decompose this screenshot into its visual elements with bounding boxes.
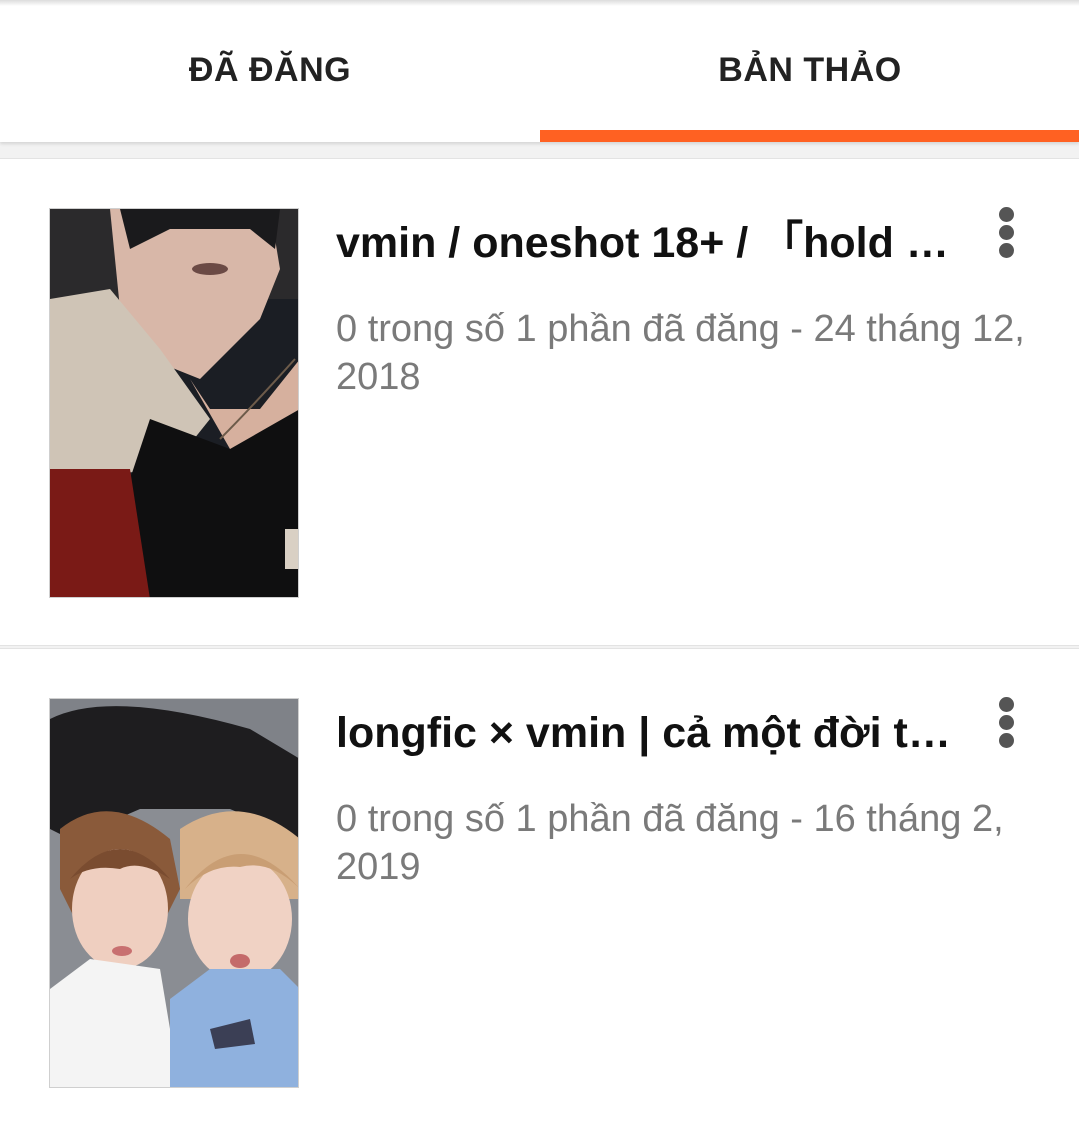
story-meta: 0 trong số 1 phần đã đăng - 24 tháng 12,… bbox=[336, 308, 1025, 398]
tab-drafts[interactable]: BẢN THẢO bbox=[540, 0, 1079, 142]
tab-bar: ĐÃ ĐĂNG BẢN THẢO bbox=[0, 0, 1079, 142]
story-item[interactable]: longfic × vmin | cả một đời thương 0 tro… bbox=[0, 648, 1079, 1122]
active-tab-indicator bbox=[540, 130, 1079, 142]
story-item[interactable]: vmin / oneshot 18+ / 「hold me tight」 0 t… bbox=[0, 158, 1079, 646]
tab-published[interactable]: ĐÃ ĐĂNG bbox=[0, 0, 540, 142]
story-meta: 0 trong số 1 phần đã đăng - 16 tháng 2, … bbox=[336, 798, 1004, 888]
more-vertical-icon[interactable] bbox=[990, 697, 1026, 749]
story-cover-image[interactable] bbox=[49, 208, 299, 598]
story-title[interactable]: vmin / oneshot 18+ / 「hold me tight」 bbox=[336, 215, 956, 271]
more-vertical-icon[interactable] bbox=[990, 207, 1026, 259]
story-title[interactable]: longfic × vmin | cả một đời thương bbox=[336, 705, 956, 761]
tab-published-label: ĐÃ ĐĂNG bbox=[188, 50, 352, 89]
tab-drafts-label: BẢN THẢO bbox=[718, 50, 902, 89]
story-cover-image[interactable] bbox=[49, 698, 299, 1088]
